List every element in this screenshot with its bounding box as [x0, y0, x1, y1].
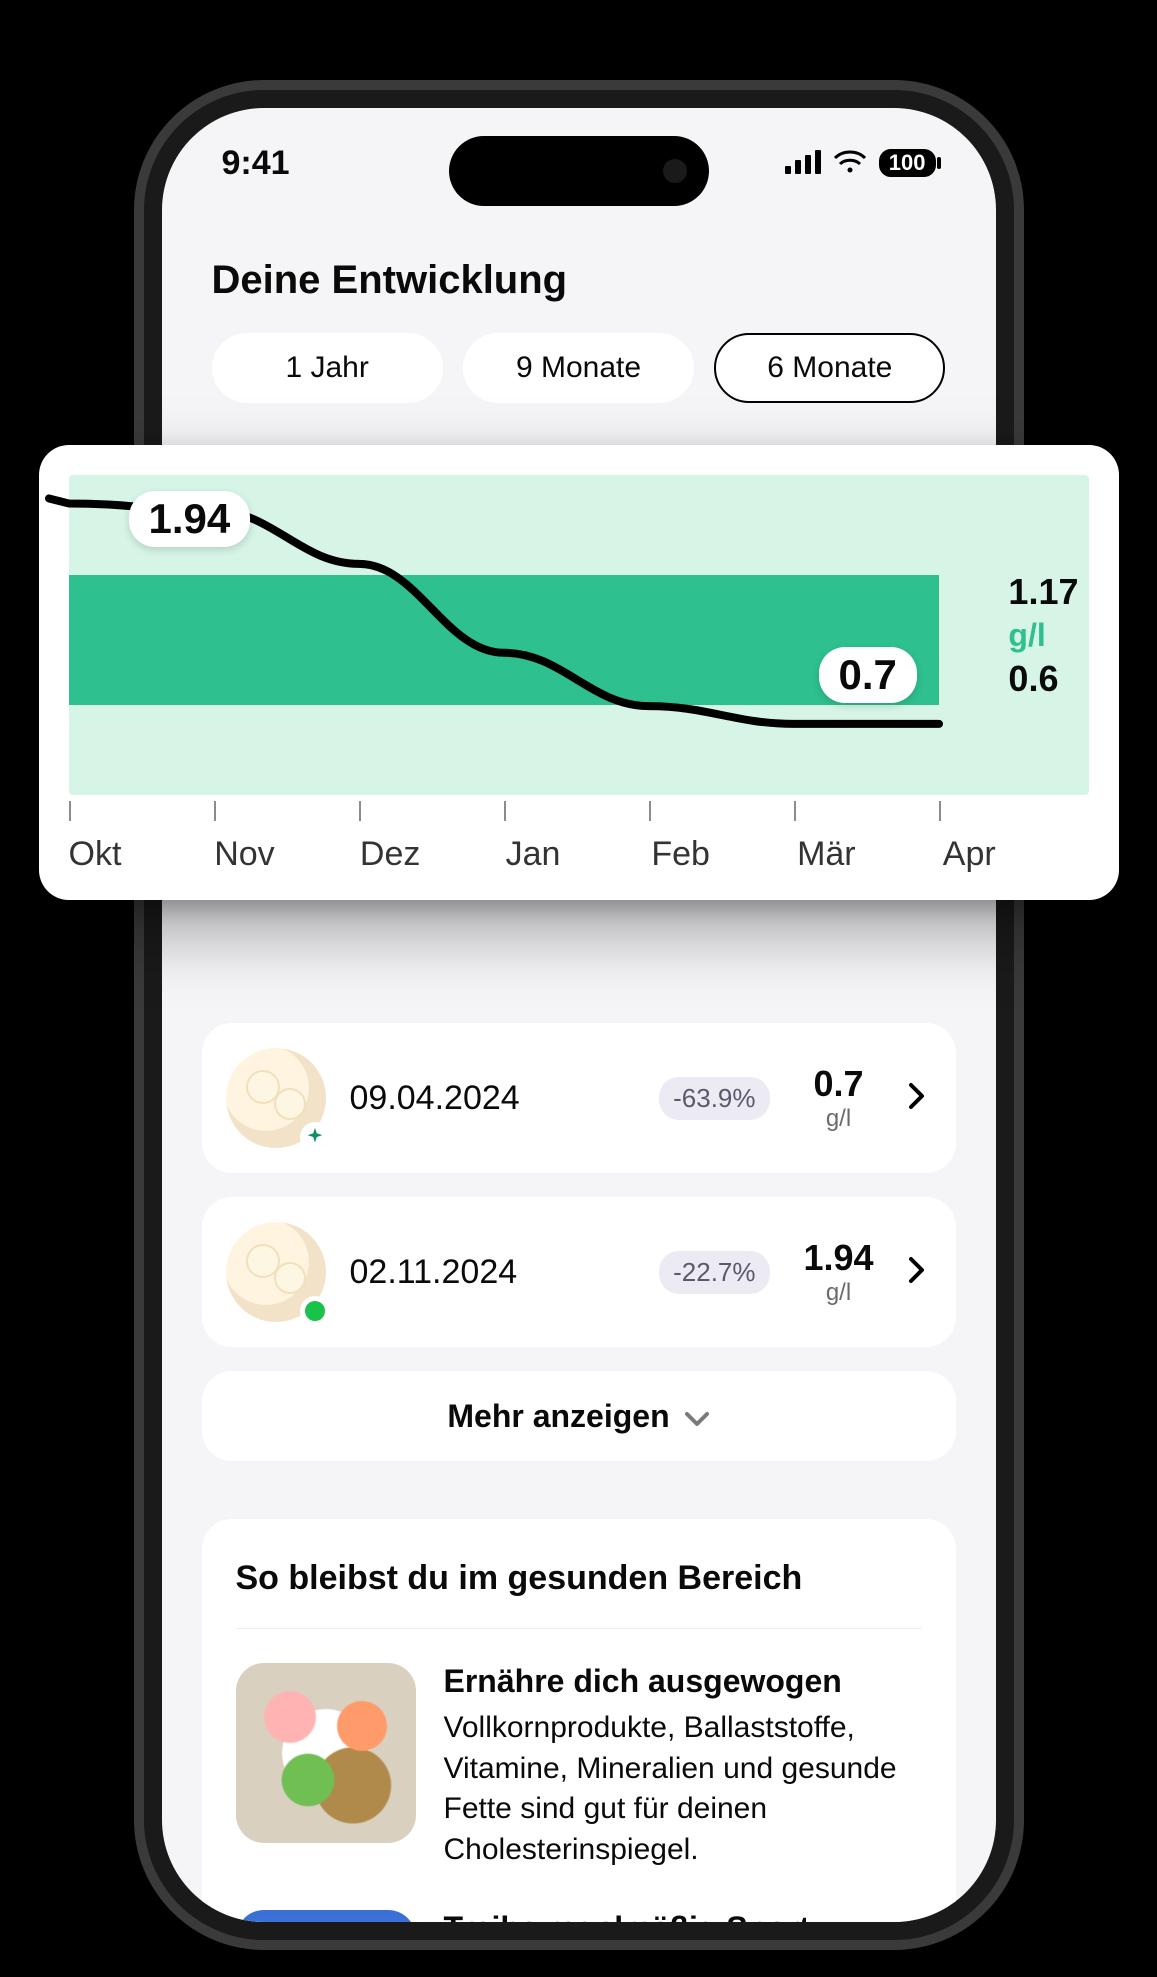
dynamic-island	[449, 136, 709, 206]
meal-thumb-icon	[226, 1048, 326, 1148]
measurement-row[interactable]: 02.11.2024 -22.7% 1.94 g/l	[202, 1197, 956, 1347]
tip-body: Ernähre dich ausgewogen Vollkornprodukte…	[444, 1663, 922, 1870]
status-right: 100	[785, 144, 936, 183]
tips-card: So bleibst du im gesunden Bereich Ernähr…	[202, 1519, 956, 1922]
wifi-icon	[833, 144, 867, 183]
chart-x-ticks	[69, 801, 939, 831]
tip-heading: Treibe regelmäßig Sport	[444, 1910, 922, 1922]
chart-y-axis-labels: 1.17 g/l 0.6	[1008, 475, 1078, 795]
tab-6-monate[interactable]: 6 Monate	[714, 333, 945, 403]
chart-plot: 1.94 0.7 1.17 g/l 0.6	[69, 475, 1089, 795]
measurement-value-unit: g/l	[826, 1279, 851, 1306]
tip-image-sport-icon	[236, 1910, 416, 1922]
chart-x-labels: Okt Nov Dez Jan Feb Mär Apr	[69, 835, 1089, 874]
chart-y-upper: 1.17	[1008, 571, 1078, 613]
measurement-list: 09.04.2024 -63.9% 0.7 g/l	[202, 1023, 956, 1461]
measurement-value-num: 0.7	[794, 1063, 884, 1105]
page-title: Deine Entwicklung	[212, 258, 946, 303]
battery-indicator: 100	[879, 149, 936, 177]
status-dot-badge-icon	[300, 1296, 330, 1326]
chevron-right-icon	[908, 1082, 926, 1115]
chart-x-label: Dez	[360, 835, 506, 874]
tab-1-jahr[interactable]: 1 Jahr	[212, 333, 443, 403]
phone-frame: 9:41 100 Deine Entwicklung 1 Jahr 9 Mona…	[134, 80, 1024, 1950]
measurement-value-unit: g/l	[826, 1105, 851, 1132]
measurement-date: 09.04.2024	[350, 1079, 636, 1118]
chart-x-label: Nov	[214, 835, 360, 874]
chart-x-label: Jan	[506, 835, 652, 874]
measurement-value: 1.94 g/l	[794, 1237, 884, 1307]
tip-body: Treibe regelmäßig Sport Pro Woche werden…	[444, 1910, 922, 1922]
chart-start-value-badge: 1.94	[129, 491, 251, 547]
tip-heading: Ernähre dich ausgewogen	[444, 1663, 922, 1700]
chart-x-label: Apr	[943, 835, 1089, 874]
screen: 9:41 100 Deine Entwicklung 1 Jahr 9 Mona…	[162, 108, 996, 1922]
tip-item[interactable]: Ernähre dich ausgewogen Vollkornprodukte…	[236, 1663, 922, 1870]
measurement-value: 0.7 g/l	[794, 1063, 884, 1133]
chevron-down-icon	[684, 1398, 710, 1435]
chart-card: 1.94 0.7 1.17 g/l 0.6 Okt Nov Dez Jan Fe…	[39, 445, 1119, 900]
chart-y-lower: 0.6	[1008, 658, 1078, 700]
tip-image-food-icon	[236, 1663, 416, 1843]
tips-section-title: So bleibst du im gesunden Bereich	[236, 1559, 922, 1598]
chart-x-label: Feb	[651, 835, 797, 874]
measurement-change: -22.7%	[659, 1251, 769, 1294]
chart-x-label: Okt	[69, 835, 215, 874]
measurement-date: 02.11.2024	[350, 1253, 636, 1292]
tip-item[interactable]: Treibe regelmäßig Sport Pro Woche werden…	[236, 1910, 922, 1922]
phone-frame-inner: 9:41 100 Deine Entwicklung 1 Jahr 9 Mona…	[144, 90, 1014, 1940]
sparkle-badge-icon	[300, 1122, 330, 1152]
chart-end-value-badge: 0.7	[819, 647, 917, 703]
tip-text: Vollkornprodukte, Ballaststoffe, Vitamin…	[444, 1708, 922, 1870]
show-more-button[interactable]: Mehr anzeigen	[202, 1371, 956, 1461]
chart-y-unit: g/l	[1008, 617, 1078, 654]
measurement-row[interactable]: 09.04.2024 -63.9% 0.7 g/l	[202, 1023, 956, 1173]
range-tabs: 1 Jahr 9 Monate 6 Monate	[212, 333, 946, 403]
measurement-value-num: 1.94	[794, 1237, 884, 1279]
cellular-icon	[785, 144, 821, 183]
status-time: 9:41	[222, 144, 290, 183]
meal-thumb-icon	[226, 1222, 326, 1322]
measurement-change: -63.9%	[659, 1077, 769, 1120]
camera-dot	[663, 159, 687, 183]
chevron-right-icon	[908, 1256, 926, 1289]
chart-x-label: Mär	[797, 835, 943, 874]
show-more-label: Mehr anzeigen	[447, 1398, 669, 1435]
divider	[236, 1628, 922, 1629]
tab-9-monate[interactable]: 9 Monate	[463, 333, 694, 403]
